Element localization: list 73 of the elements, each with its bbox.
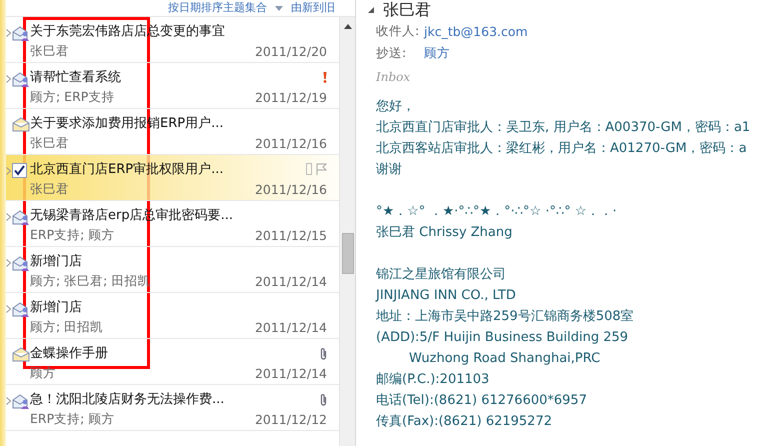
open-envelope-icon (12, 347, 30, 362)
message-sender: 张巳君 (30, 180, 70, 198)
scrollbar[interactable] (339, 17, 355, 446)
order-menu[interactable]: 由新到旧 (291, 1, 335, 15)
body-line: 邮编(P.C.):201103 (376, 371, 490, 389)
message-sender: 张巳君 (30, 42, 70, 60)
group-mail-icon (12, 71, 30, 88)
message-date: 2011/12/14 (254, 274, 327, 288)
message-item[interactable]: 新增门店 顾方; 田招凯 2011/12/14 (6, 293, 339, 339)
group-mail-icon (12, 393, 30, 410)
collapse-icon[interactable] (368, 7, 374, 13)
expand-icon[interactable] (6, 305, 11, 313)
checkbox-icon[interactable] (12, 163, 27, 178)
caret-icon[interactable] (275, 6, 283, 10)
sender-name: 张巳君 (383, 0, 431, 20)
body-line: 电话(Tel):(8621) 61276600*6957 (376, 392, 588, 410)
body-line: 您好， (376, 98, 416, 116)
expand-icon[interactable] (6, 167, 11, 175)
message-sender: ERP支持; 顾方 (30, 226, 116, 244)
message-date: 2011/12/14 (254, 366, 327, 380)
message-date: 2011/12/19 (254, 90, 327, 104)
body-line: (ADD):5/F Huijin Business Building 259 (376, 329, 630, 347)
body-line: Wuzhong Road Shanghai,PRC (408, 350, 602, 368)
message-sender: 顾方 (30, 364, 57, 382)
message-item[interactable]: 急！沈阳北陵店财务无法操作费... ERP支持; 顾方 2011/12/12 (6, 385, 339, 431)
body-line: JINJIANG INN CO., LTD (376, 287, 517, 305)
message-item[interactable]: 请帮忙查看系统 顾方; ERP支持 2011/12/19 (6, 63, 339, 109)
body-line: 谢谢 (376, 161, 403, 179)
body-line: 北京西直门店审批人：吴卫东, 用户名：A00370-GM，密码：a1 (376, 119, 752, 137)
expand-icon[interactable] (6, 29, 11, 37)
expand-icon[interactable] (6, 397, 11, 405)
message-item[interactable]: 金蝶操作手册 顾方 2011/12/14 (6, 339, 339, 385)
scrollbar-thumb[interactable] (342, 233, 354, 274)
message-date: 2011/12/15 (254, 228, 327, 242)
message-sender: 张巳君 (30, 134, 70, 152)
folder-name: Inbox (374, 70, 412, 84)
message-sender: ERP支持; 顾方 (30, 410, 116, 428)
message-sender: 顾方; 田招凯 (30, 318, 104, 336)
message-sender: 顾方; ERP支持 (30, 88, 116, 106)
body-line: 张巳君 Chrissy Zhang (376, 224, 514, 242)
recipient-link[interactable]: jkc_tb@163.com (424, 24, 528, 38)
body-line: °★．☆° ．★·°∴°★．°·∴°☆ ·°∴° ☆．．· (376, 203, 618, 221)
group-mail-icon (12, 301, 30, 318)
body-line: 锦江之星旅馆有限公司 (376, 266, 507, 284)
cc-link[interactable]: 顾方 (424, 44, 450, 62)
message-subject: 急！沈阳北陵店财务无法操作费... (30, 391, 226, 408)
message-subject: 请帮忙查看系统 (30, 69, 122, 86)
message-date: 2011/12/16 (254, 136, 327, 150)
message-subject: 新增门店 (30, 253, 83, 270)
scroll-up-icon[interactable] (344, 24, 352, 29)
message-subject: 北京西直门店ERP审批权限用户... (30, 161, 224, 178)
expand-icon[interactable] (6, 75, 11, 83)
message-date: 2011/12/12 (254, 412, 327, 426)
group-mail-icon (12, 25, 30, 42)
message-subject: 金蝶操作手册 (30, 345, 109, 362)
sort-menu[interactable]: 按日期排序主题集合 (168, 1, 267, 15)
group-mail-icon (12, 255, 30, 272)
open-envelope-icon (12, 117, 30, 132)
body-line: 传真(Fax):(8621) 62195272 (376, 413, 553, 431)
body-line: 北京西客站店审批人：梁红彬，用户名：A01270-GM，密码：a (376, 140, 748, 158)
message-date: 2011/12/16 (254, 182, 327, 196)
message-item[interactable]: 北京西直门店ERP审批权限用户... 张巳君 2011/12/16 (6, 155, 339, 201)
message-subject: 新增门店 (30, 299, 83, 316)
cc-label: 抄送: (376, 44, 408, 62)
message-date: 2011/12/20 (254, 44, 327, 58)
body-line: 地址：上海市吴中路259号汇锦商务楼508室 (376, 308, 635, 326)
message-date: 2011/12/14 (254, 320, 327, 334)
to-label: 收件人: (376, 22, 420, 40)
expand-icon[interactable] (6, 259, 11, 267)
flag-icon[interactable] (316, 163, 327, 175)
category-icon[interactable] (306, 163, 312, 175)
group-mail-icon (12, 209, 30, 226)
expand-icon[interactable] (6, 213, 11, 221)
